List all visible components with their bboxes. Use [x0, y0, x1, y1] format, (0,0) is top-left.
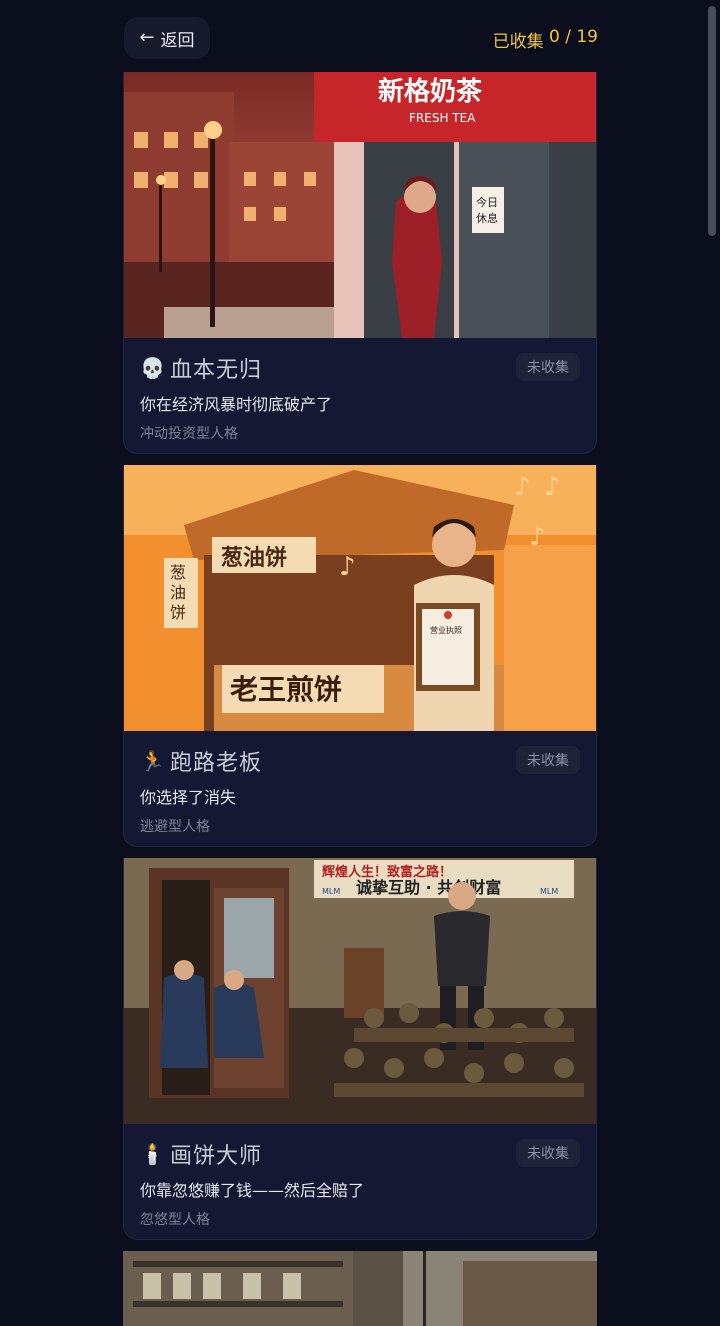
collection-counter-label: 已收集 — [492, 32, 544, 52]
ending-card[interactable]: 新格奶茶 FRESH TEA 今日 休息 💀 血本无归 你在经济风暴时彻底破产了… — [123, 72, 597, 454]
personality-type: 逃避型人格 — [140, 819, 210, 835]
svg-text:♪: ♪ — [514, 472, 531, 502]
svg-text:♪: ♪ — [339, 552, 356, 582]
ending-illustration: 辉煌人生！致富之路！ 诚挚互助 · 共创财富 MLM MLM — [124, 858, 596, 1124]
svg-text:MLM: MLM — [322, 887, 340, 896]
status-badge: 未收集 — [516, 353, 580, 381]
svg-text:休息: 休息 — [476, 211, 498, 225]
svg-text:饼: 饼 — [170, 603, 186, 622]
status-badge: 未收集 — [516, 1139, 580, 1167]
collection-counter: 已收集 0 / 19 — [493, 27, 598, 52]
ending-description: 你靠忽悠赚了钱——然后全赔了 — [140, 1181, 365, 1200]
skull-icon: 💀 — [140, 356, 165, 380]
scrollbar[interactable] — [708, 0, 716, 1326]
svg-text:营业执照: 营业执照 — [430, 625, 462, 635]
ending-card[interactable]: 辉煌人生！致富之路！ 诚挚互助 · 共创财富 MLM MLM 🕯️ 画饼大师 你… — [123, 858, 597, 1240]
svg-text:MLM: MLM — [540, 887, 558, 896]
ending-title: 血本无归 — [170, 358, 263, 383]
svg-text:诚挚互助 · 共创财富: 诚挚互助 · 共创财富 — [356, 878, 501, 897]
svg-text:葱油饼: 葱油饼 — [221, 545, 287, 571]
status-badge: 未收集 — [516, 746, 580, 774]
running-person-icon: 🏃 — [140, 749, 165, 773]
ending-description: 你在经济风暴时彻底破产了 — [140, 395, 333, 414]
ending-illustration: 新格奶茶 FRESH TEA 今日 休息 — [124, 72, 596, 338]
ending-card[interactable] — [123, 1251, 597, 1326]
svg-text:FRESH TEA: FRESH TEA — [409, 111, 476, 125]
top-bar: ← 返回 已收集 0 / 19 — [124, 17, 598, 59]
svg-text:♪: ♪ — [529, 522, 546, 552]
ending-illustration — [123, 1251, 597, 1326]
personality-type: 冲动投资型人格 — [140, 426, 238, 442]
svg-text:今日: 今日 — [476, 195, 498, 209]
svg-text:♪: ♪ — [544, 472, 561, 502]
ending-title: 跑路老板 — [170, 751, 263, 776]
collection-counter-value: 0 / 19 — [549, 27, 598, 47]
svg-text:老王煎饼: 老王煎饼 — [230, 673, 342, 706]
ending-title: 画饼大师 — [170, 1144, 263, 1169]
back-button[interactable]: ← 返回 — [124, 17, 210, 59]
ending-list: 新格奶茶 FRESH TEA 今日 休息 💀 血本无归 你在经济风暴时彻底破产了… — [123, 72, 597, 1326]
svg-text:油: 油 — [170, 583, 186, 602]
arrow-left-icon: ← — [139, 27, 155, 48]
ending-illustration: 葱油饼 葱 油 饼 老王煎饼 营业执照 ♪ ♪ ♪ ♪ — [124, 465, 596, 731]
personality-type: 忽悠型人格 — [140, 1212, 210, 1228]
candle-icon: 🕯️ — [140, 1142, 165, 1166]
svg-text:新格奶茶: 新格奶茶 — [378, 76, 483, 107]
svg-text:葱: 葱 — [170, 563, 186, 582]
scrollbar-thumb[interactable] — [708, 6, 716, 236]
ending-card[interactable]: 葱油饼 葱 油 饼 老王煎饼 营业执照 ♪ ♪ ♪ ♪ 🏃 跑路老板 你选择了消… — [123, 465, 597, 847]
back-label: 返回 — [160, 30, 195, 51]
ending-description: 你选择了消失 — [140, 788, 237, 807]
